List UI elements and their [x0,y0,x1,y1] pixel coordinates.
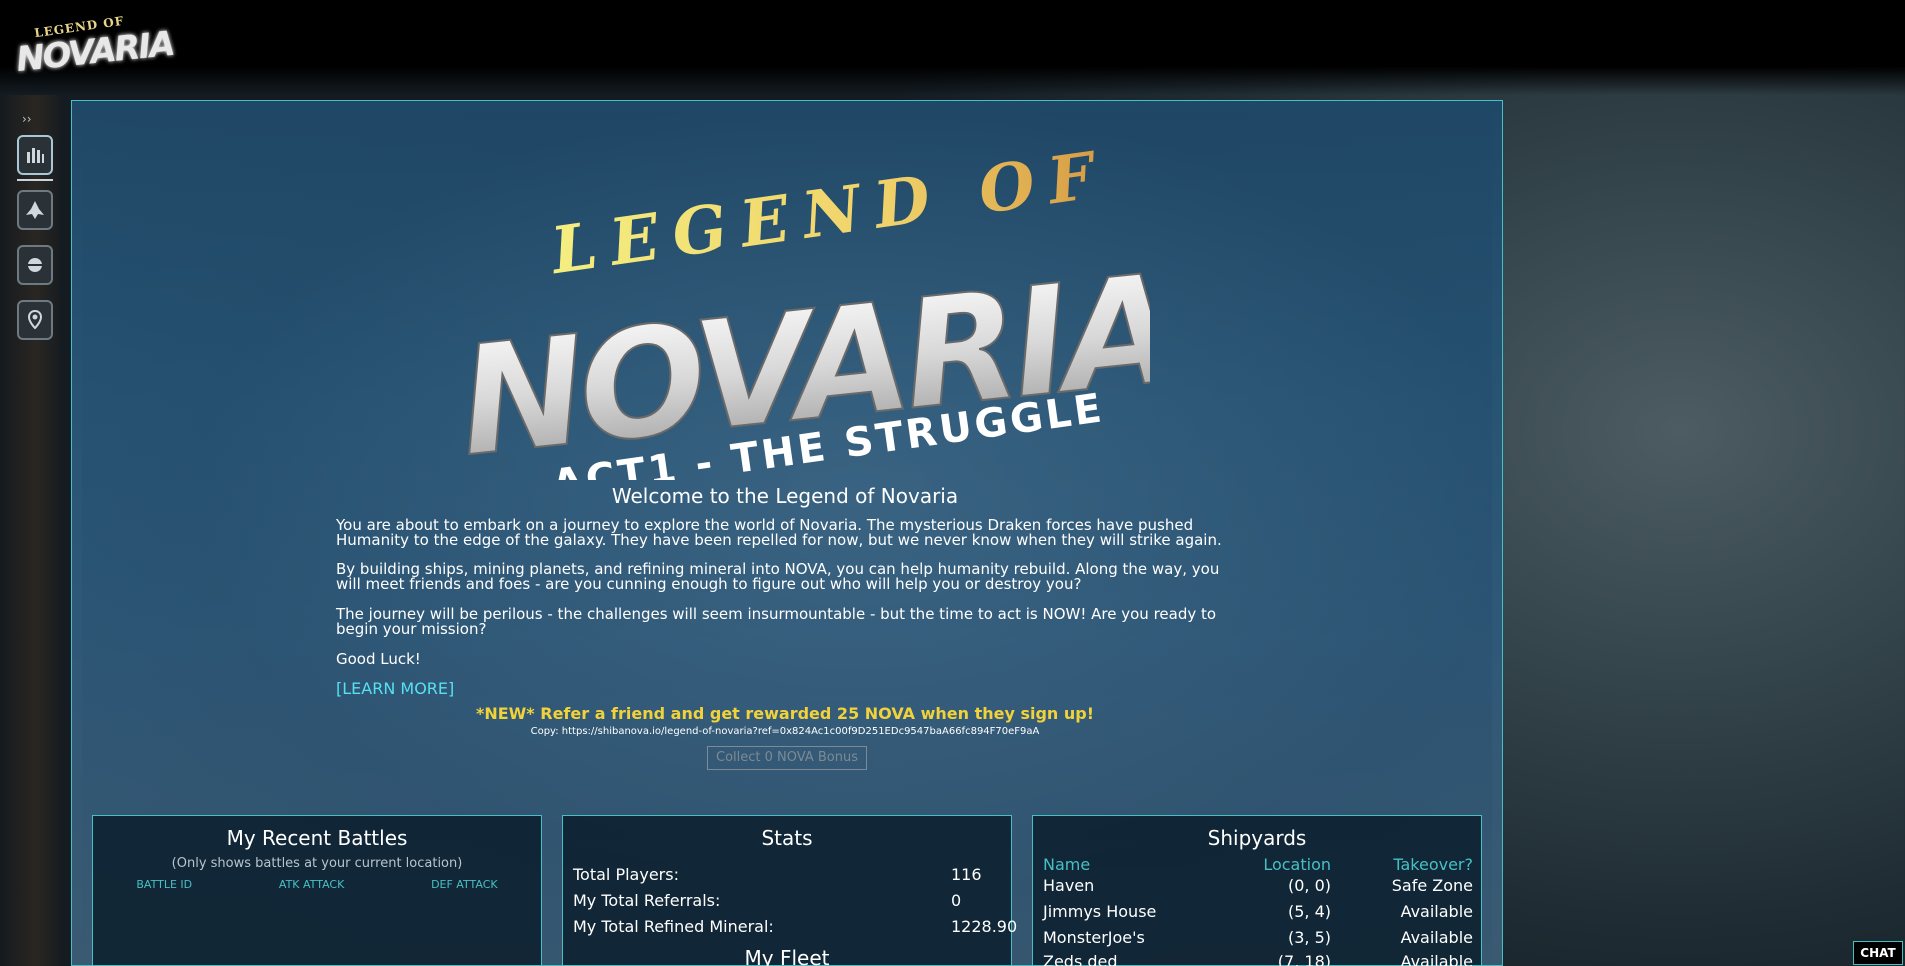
shipyard-name: Zeds ded [1043,952,1118,966]
stat-row-total-players: Total Players: 116 [573,865,1003,884]
column-battle-id: BATTLE ID [136,878,193,891]
shipyard-takeover: Safe Zone [1391,876,1473,895]
sidebar-item-planets[interactable] [17,245,53,285]
learn-more-link[interactable]: [LEARN MORE] [336,679,454,698]
referral-copy-link[interactable]: Copy: https://shibanova.io/legend-of-nov… [335,726,1235,737]
column-name: Name [1043,855,1091,874]
shipyard-takeover: Available [1400,928,1473,947]
shipyard-location: (3, 5) [1287,928,1331,947]
column-takeover: Takeover? [1393,855,1473,874]
shipyard-name: MonsterJoe's [1043,928,1145,947]
stat-label: My Total Refined Mineral: [573,917,774,936]
stats-card: Stats Total Players: 116 My Total Referr… [562,815,1017,966]
stat-value: 1228.90 [951,917,1018,936]
stat-label: My Total Referrals: [573,891,721,910]
chat-button[interactable]: CHAT [1853,941,1903,965]
my-fleet-title: My Fleet [744,946,830,966]
recent-battles-card: My Recent Battles (Only shows battles at… [92,815,542,966]
shipyard-name: Jimmys House [1043,902,1157,921]
sidebar-expand-toggle[interactable]: ›› [22,112,32,126]
shipyards-card: Shipyards Name Location Takeover? Haven … [1032,815,1482,966]
stat-label: Total Players: [573,865,679,884]
welcome-paragraph-4: Good Luck! [336,650,421,668]
stat-value: 0 [951,891,962,910]
column-def-attack: DEF ATTACK [431,878,498,891]
shipyard-location: (0, 0) [1287,876,1331,895]
recent-battles-title: My Recent Battles [226,826,408,850]
shipyard-takeover: Available [1400,902,1473,921]
welcome-paragraph-1: You are about to embark on a journey to … [336,516,1222,549]
planet-icon [27,258,43,272]
shipyard-location: (7, 18) [1277,952,1331,966]
recent-battles-subtitle: (Only shows battles at your current loca… [171,856,463,871]
bar-chart-icon [27,148,44,163]
column-location: Location [1263,855,1331,874]
game-hero-logo: LEGEND OF NOVARIA ACT1 - THE STRUGGLE [451,137,1150,480]
column-atk-attack: ATK ATTACK [278,878,345,891]
stat-row-refined-mineral: My Total Refined Mineral: 1228.90 [573,917,1017,936]
sidebar-item-ships[interactable] [17,190,53,230]
stats-title: Stats [761,826,813,850]
sidebar-active-indicator [17,179,53,181]
welcome-paragraph-3: The journey will be perilous - the chall… [336,605,1217,638]
welcome-title: Welcome to the Legend of Novaria [611,484,959,508]
stat-value: 116 [951,865,982,884]
brand-logo[interactable]: LEGEND OF NOVARIA [14,14,175,80]
sidebar-item-map[interactable] [17,300,53,340]
ship-icon [26,201,44,219]
shipyard-takeover: Available [1400,952,1473,966]
map-pin-icon [27,309,43,330]
top-bar [0,0,1905,95]
shipyard-location: (5, 4) [1287,902,1331,921]
collect-bonus-button[interactable]: Collect 0 NOVA Bonus [707,746,867,770]
shipyards-title: Shipyards [1207,826,1307,850]
referral-promo: *NEW* Refer a friend and get rewarded 25… [475,704,1095,723]
shipyard-name: Haven [1043,876,1095,895]
welcome-paragraph-2: By building ships, mining planets, and r… [336,560,1220,593]
stat-row-total-referrals: My Total Referrals: 0 [573,891,1003,910]
sidebar-item-stats[interactable] [17,135,53,175]
recent-battles-header: BATTLE ID ATK ATTACK DEF ATTACK [93,878,541,891]
